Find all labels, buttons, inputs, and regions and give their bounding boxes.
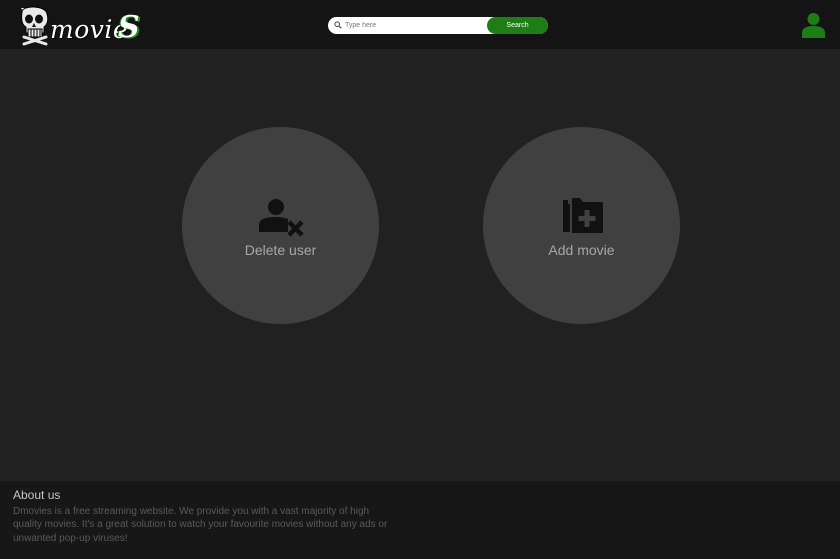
- header: movie S Search: [0, 0, 840, 49]
- delete-user-button[interactable]: Delete user: [182, 127, 379, 324]
- logo-s-letter: S: [118, 10, 140, 45]
- logo[interactable]: movie S: [18, 6, 148, 46]
- remove-user-icon: [259, 199, 304, 237]
- search-input[interactable]: [345, 17, 495, 34]
- add-movie-button[interactable]: Add movie: [483, 127, 680, 324]
- add-movie-label: Add movie: [548, 242, 615, 258]
- user-icon[interactable]: [802, 12, 825, 38]
- search-button[interactable]: Search: [487, 17, 548, 34]
- footer-text: Dmovies is a free streaming website. We …: [13, 506, 388, 544]
- delete-user-label: Delete user: [244, 242, 317, 258]
- footer: About us Dmovies is a free streaming web…: [0, 481, 840, 559]
- page: movie S Search Delete user: [0, 0, 840, 559]
- skull-icon: [21, 6, 49, 46]
- search-icon: [334, 21, 342, 29]
- logo-text: movie: [50, 15, 129, 44]
- add-folder-icon: [563, 198, 603, 233]
- footer-title: About us: [13, 488, 61, 502]
